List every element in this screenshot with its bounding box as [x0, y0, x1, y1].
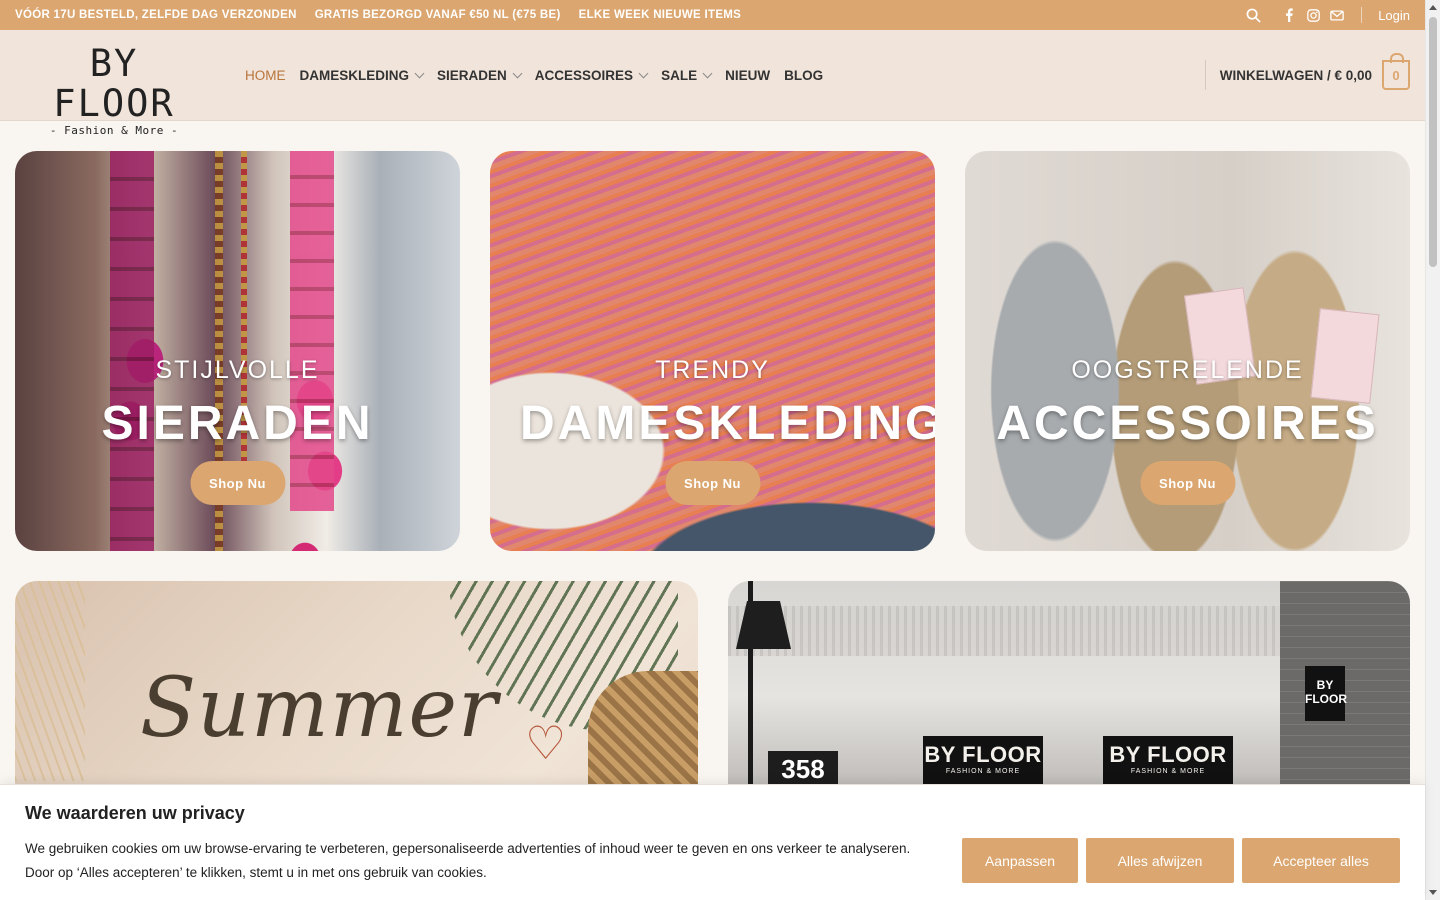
nav-label: NIEUW: [725, 67, 771, 83]
card-title: ACCESSOIRES: [996, 397, 1379, 450]
cookie-consent-banner: We waarderen uw privacy We gebruiken coo…: [0, 784, 1425, 900]
store-sign-text: BY FLOOR: [924, 742, 1042, 767]
search-icon[interactable]: [1245, 7, 1261, 23]
nav-label: DAMESKLEDING: [299, 67, 410, 83]
shop-now-button[interactable]: Shop Nu: [190, 461, 285, 505]
nav-label: BLOG: [784, 67, 824, 83]
instagram-icon[interactable]: [1305, 7, 1321, 23]
scroll-up-icon[interactable]: [1429, 5, 1437, 10]
store-sign-subtext: FASHION & MORE: [945, 768, 1021, 775]
store-sign-subtext: FASHION & MORE: [1130, 768, 1206, 775]
card-eyebrow: TRENDY: [655, 356, 770, 384]
scrollbar-thumb[interactable]: [1429, 17, 1437, 267]
nav-item-accessoires[interactable]: ACCESSOIRES: [534, 67, 649, 83]
nav-label: SIERADEN: [437, 67, 507, 83]
cookie-text: We gebruiken cookies om uw browse-ervari…: [25, 841, 911, 880]
card-eyebrow: OOGSTRELENDE: [1071, 356, 1304, 384]
house-number: 358: [768, 751, 838, 787]
nav-item-sieraden[interactable]: SIERADEN: [437, 67, 523, 83]
category-card-sieraden[interactable]: STIJLVOLLE SIERADEN Shop Nu: [15, 151, 460, 551]
accept-all-button[interactable]: Accepteer alles: [1242, 838, 1400, 883]
site-header: BY FLOOR - Fashion & More - HOME DAMESKL…: [0, 30, 1425, 138]
chevron-down-icon: [638, 68, 649, 78]
nav-item-sale[interactable]: SALE: [661, 67, 713, 83]
page-scrollbar[interactable]: [1425, 0, 1440, 900]
nav-label: ACCESSOIRES: [534, 67, 634, 83]
chevron-down-icon: [702, 68, 713, 78]
category-card-accessoires[interactable]: OOGSTRELENDE ACCESSOIRES Shop Nu: [965, 151, 1410, 551]
nav-label: SALE: [661, 67, 698, 83]
customize-button[interactable]: Aanpassen: [962, 838, 1078, 883]
logo-sub-text: - Fashion & More -: [49, 124, 179, 137]
facebook-icon[interactable]: [1281, 7, 1297, 23]
nav-item-blog[interactable]: BLOG: [784, 68, 823, 83]
login-link[interactable]: Login: [1378, 8, 1410, 23]
store-sign: BY FLOOR FASHION & MORE: [1103, 736, 1233, 786]
cart[interactable]: WINKELWAGEN / € 0,00 0: [1204, 30, 1410, 120]
cart-divider: [1204, 60, 1206, 90]
cart-bag-icon[interactable]: 0: [1382, 53, 1410, 90]
shop-now-button[interactable]: Shop Nu: [1140, 461, 1235, 505]
heart-icon: ♡: [525, 717, 567, 769]
nav-item-nieuw[interactable]: NIEUW: [725, 68, 770, 83]
store-sign: BY FLOOR FASHION & MORE: [923, 736, 1043, 786]
card-title: SIERADEN: [101, 397, 374, 450]
cart-label[interactable]: WINKELWAGEN / € 0,00: [1220, 68, 1372, 83]
card-eyebrow: STIJLVOLLE: [155, 356, 320, 384]
cookie-heading: We waarderen uw privacy: [25, 803, 245, 823]
topbar-divider: [1361, 7, 1363, 23]
summer-script-text: Summer: [140, 661, 499, 756]
nav-item-dameskleding[interactable]: DAMESKLEDING: [299, 67, 425, 83]
reject-all-button[interactable]: Alles afwijzen: [1086, 838, 1234, 883]
shop-now-button[interactable]: Shop Nu: [665, 461, 760, 505]
side-store-sign: BY FLOOR: [1305, 666, 1347, 721]
card-title: DAMESKLEDING: [520, 397, 935, 450]
logo-main-text: BY FLOOR: [53, 42, 175, 125]
category-card-dameskleding[interactable]: TRENDY DAMESKLEDING Shop Nu: [490, 151, 935, 551]
store-sign-text: BY FLOOR: [1109, 742, 1227, 767]
main-nav: HOME DAMESKLEDING SIERADEN ACCESSOIRES S…: [245, 30, 823, 120]
scroll-down-icon[interactable]: [1429, 890, 1437, 895]
announcement-same-day: VÓÓR 17U BESTELD, ZELFDE DAG VERZONDEN: [15, 9, 297, 21]
email-icon[interactable]: [1329, 7, 1345, 23]
chevron-down-icon: [512, 68, 523, 78]
site-logo[interactable]: BY FLOOR - Fashion & More -: [28, 44, 200, 138]
nav-label: HOME: [245, 67, 286, 83]
nav-item-home[interactable]: HOME: [245, 68, 286, 83]
pampas-grass-image: [15, 581, 85, 781]
chevron-down-icon: [414, 68, 425, 78]
announcement-free-shipping: GRATIS BEZORGD VANAF €50 NL (€75 BE): [314, 9, 561, 21]
top-announcement-bar: VÓÓR 17U BESTELD, ZELFDE DAG VERZONDEN G…: [0, 0, 1425, 30]
announcement-new-items: ELKE WEEK NIEUWE ITEMS: [578, 9, 742, 21]
